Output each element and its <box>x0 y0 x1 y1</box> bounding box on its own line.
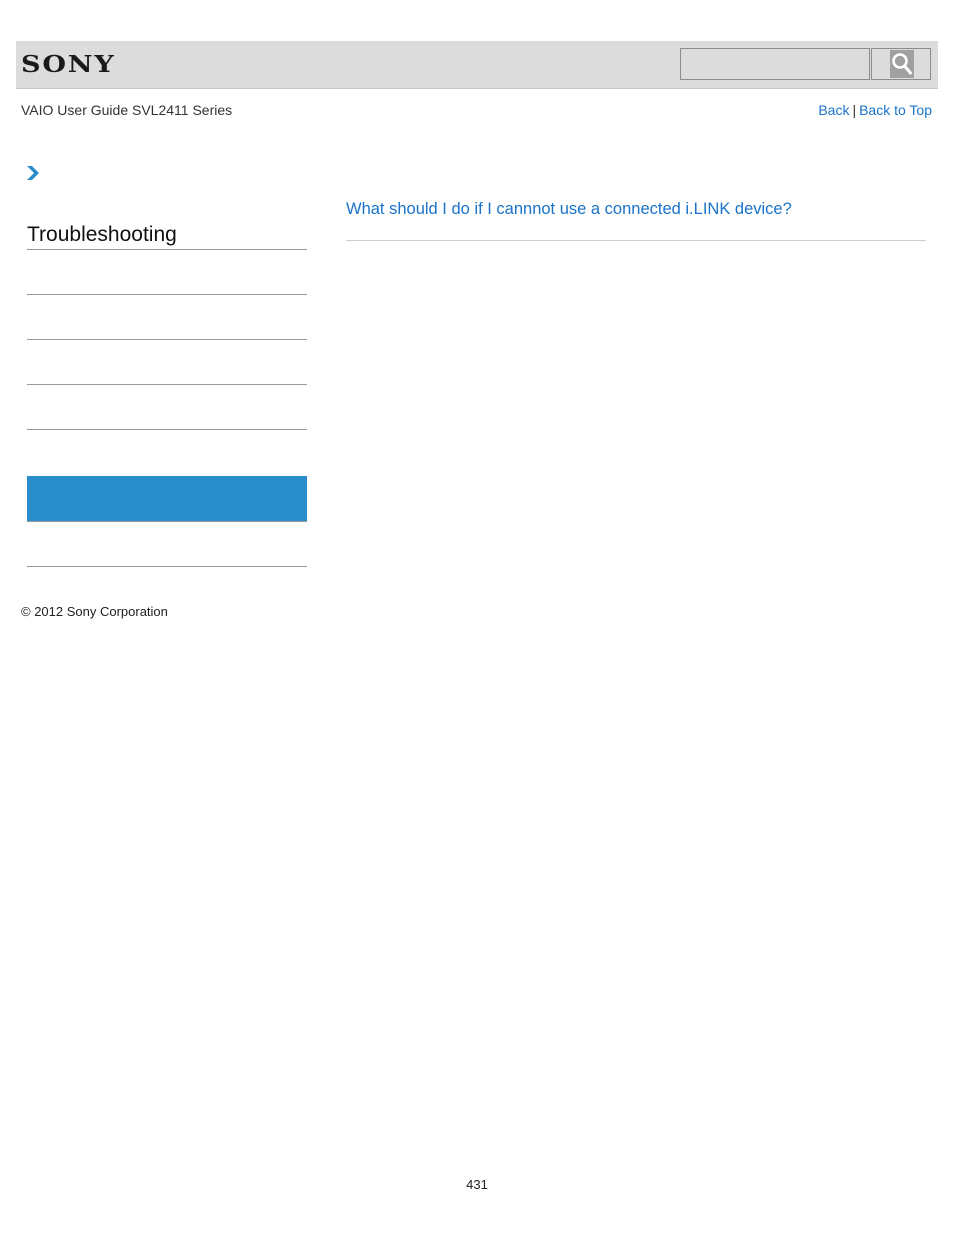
copyright: © 2012 Sony Corporation <box>21 604 168 619</box>
divider <box>346 240 926 241</box>
search-input[interactable] <box>680 48 870 80</box>
sony-logo: SONY <box>21 51 116 78</box>
chevron-right-icon <box>27 166 39 180</box>
header-bar: SONY <box>16 41 938 89</box>
sidebar-item[interactable] <box>27 340 307 385</box>
sidebar-title: Troubleshooting <box>27 220 307 250</box>
sidebar-item[interactable] <box>27 295 307 340</box>
breadcrumb[interactable] <box>26 165 40 186</box>
nav-separator: | <box>852 102 857 118</box>
topic-link-ilink-device[interactable]: What should I do if I cannnot use a conn… <box>346 200 792 219</box>
sidebar-item[interactable] <box>27 522 307 567</box>
sidebar-item[interactable] <box>27 250 307 295</box>
page-number: 431 <box>466 1177 488 1192</box>
nav-links: Back | Back to Top <box>818 102 932 118</box>
sidebar: Troubleshooting <box>27 220 307 567</box>
back-to-top-link[interactable]: Back to Top <box>859 102 932 118</box>
sidebar-item-active[interactable] <box>27 476 307 522</box>
search-icon <box>890 50 914 78</box>
search-button[interactable] <box>871 48 931 80</box>
guide-title: VAIO User Guide SVL2411 Series <box>21 102 233 118</box>
back-link[interactable]: Back <box>818 102 849 118</box>
sidebar-item[interactable] <box>27 385 307 430</box>
